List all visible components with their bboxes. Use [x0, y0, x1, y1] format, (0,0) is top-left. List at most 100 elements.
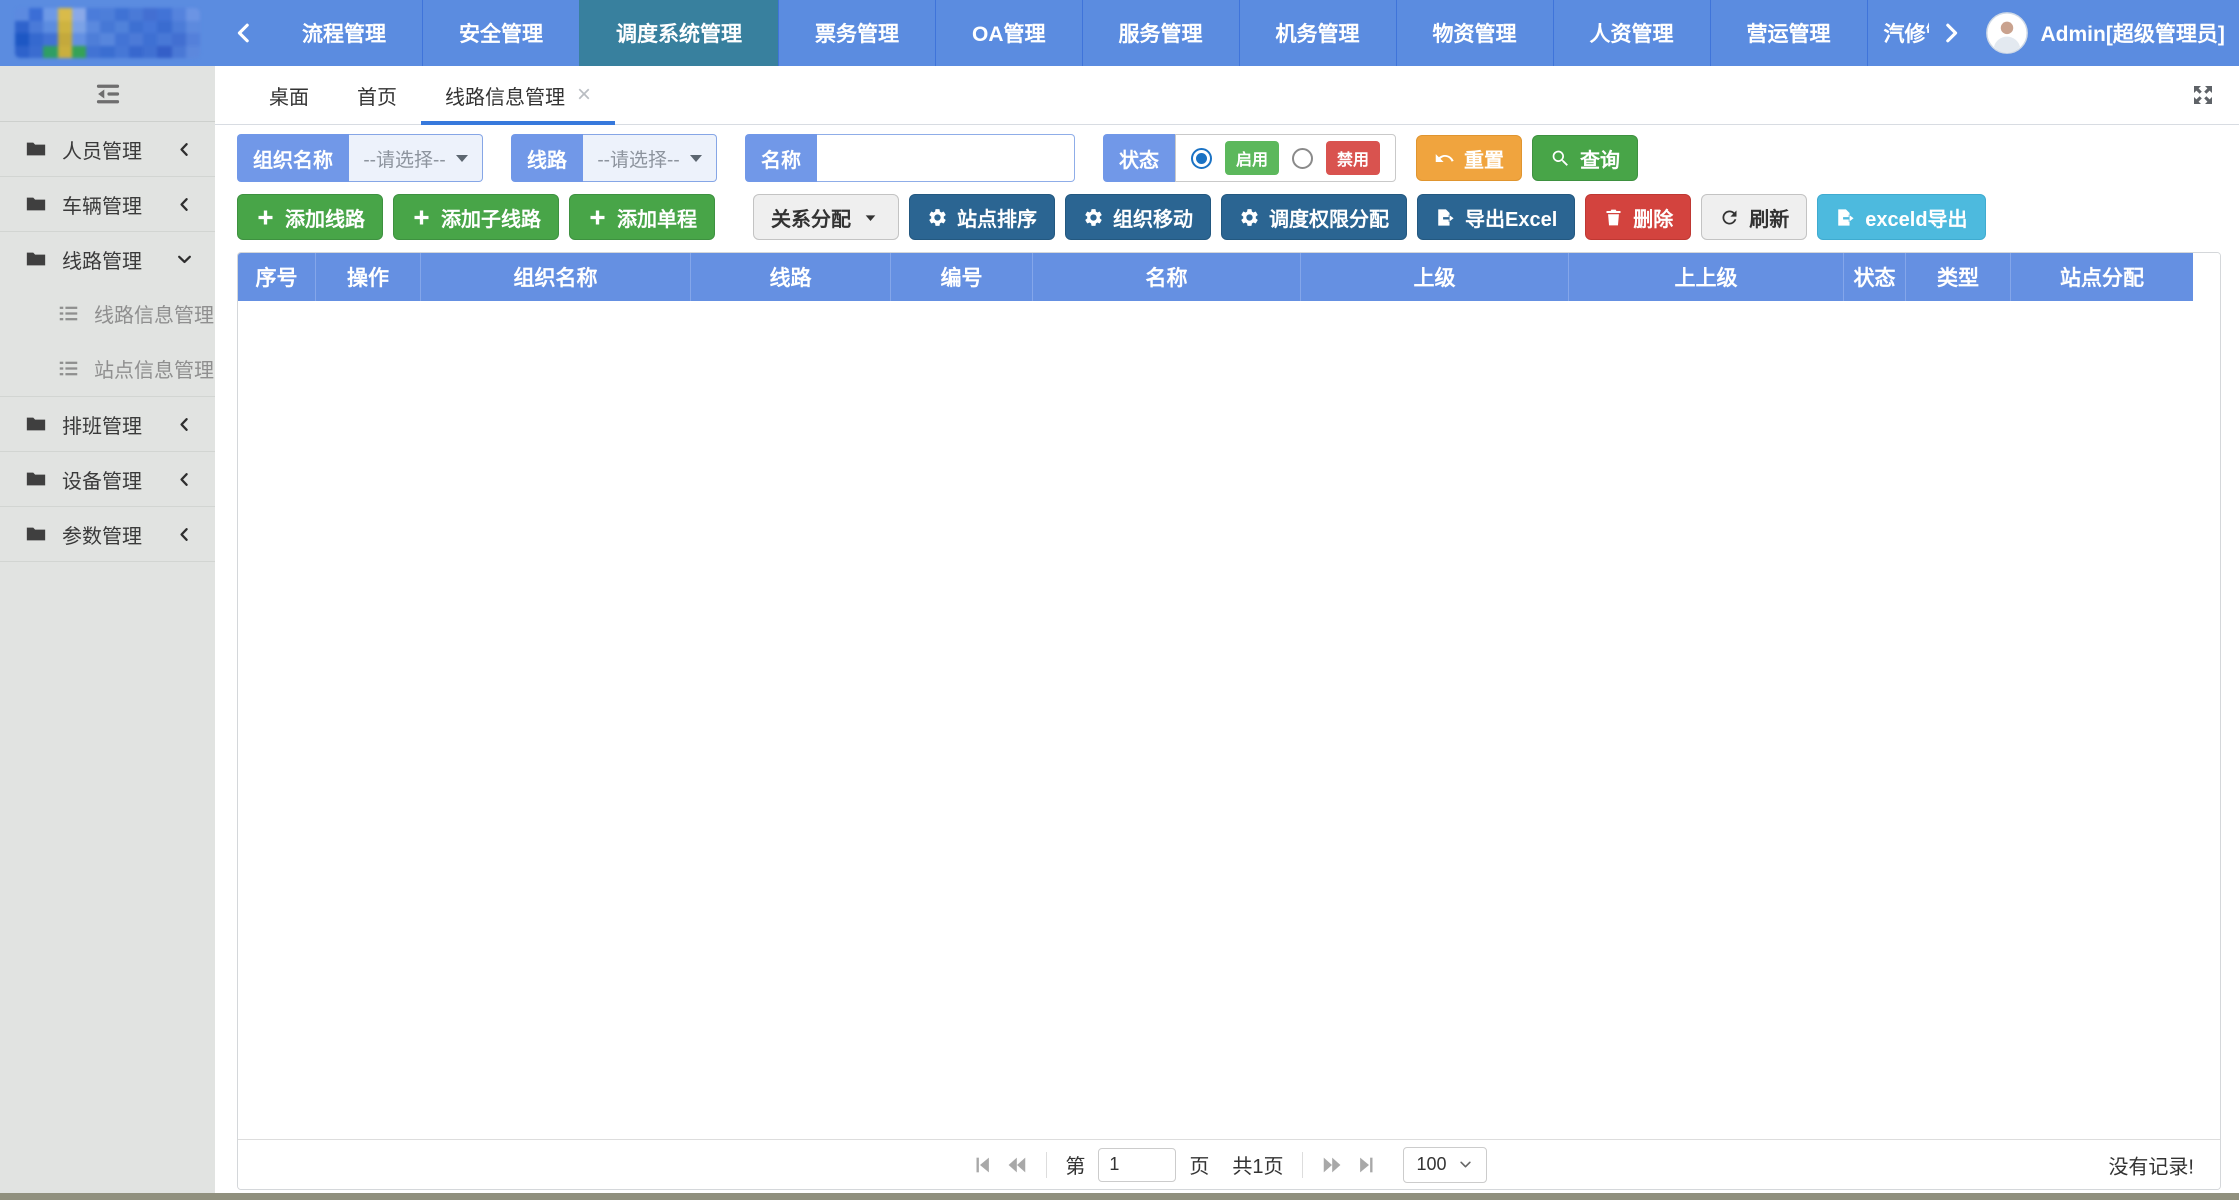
folder-icon — [25, 193, 47, 215]
chevron-left-icon — [176, 141, 193, 158]
page-number-input[interactable] — [1098, 1148, 1176, 1182]
main-area: 桌面首页线路信息管理× 组织名称 --请选择-- 线路 --请选 — [215, 66, 2239, 1193]
sidebar-item-2[interactable]: 车辆管理 — [0, 177, 215, 231]
page-prev-icon[interactable] — [1006, 1154, 1028, 1176]
sidebar-subitem-2[interactable]: 站点信息管理 — [0, 341, 215, 396]
plus-icon — [411, 207, 432, 228]
chevron-left-icon — [176, 471, 193, 488]
name-input[interactable] — [817, 134, 1075, 182]
table-body — [238, 301, 2220, 1139]
column-header-6: 名称 — [1033, 253, 1301, 301]
search-button[interactable]: 查询 — [1532, 135, 1638, 181]
nav-item-8[interactable]: 物资管理 — [1396, 0, 1553, 66]
navbar-right: Admin[超级管理员] — [1929, 0, 2239, 66]
page-total: 共1页 — [1232, 1150, 1283, 1179]
status-radio-enabled[interactable] — [1191, 148, 1212, 169]
tab-close-icon[interactable]: × — [577, 83, 591, 107]
user-avatar[interactable] — [1985, 11, 2029, 55]
folder-icon — [25, 468, 47, 490]
org-select[interactable]: --请选择-- — [349, 134, 483, 182]
toolbar-button-3[interactable]: 添加单程 — [569, 194, 715, 240]
caret-down-icon — [690, 155, 702, 162]
nav-item-7[interactable]: 机务管理 — [1239, 0, 1396, 66]
column-header-8: 上上级 — [1569, 253, 1844, 301]
sidebar-collapse-button[interactable] — [0, 66, 215, 122]
sidebar-subitem-label: 站点信息管理 — [94, 354, 214, 383]
toolbar-button-10[interactable]: 刷新 — [1701, 194, 1807, 240]
chevron-down-icon — [1458, 1157, 1473, 1172]
nav-item-1[interactable]: 流程管理 — [266, 0, 422, 66]
nav-item-label: 票务管理 — [815, 18, 899, 48]
fullscreen-icon[interactable] — [2191, 83, 2215, 107]
table-header: 序号操作组织名称线路编号名称上级上上级状态类型站点分配 — [238, 253, 2220, 301]
sidebar-item-4[interactable]: 排班管理 — [0, 397, 215, 451]
data-table: 序号操作组织名称线路编号名称上级上上级状态类型站点分配 第 页 — [237, 252, 2221, 1190]
toolbar-button-1[interactable]: 添加线路 — [237, 194, 383, 240]
window-bottom-edge — [0, 1193, 2239, 1200]
page-size-value: 100 — [1417, 1154, 1447, 1175]
chevron-down-icon — [176, 251, 193, 268]
user-name[interactable]: Admin[超级管理员] — [2041, 18, 2225, 48]
toolbar-button-label: exceld导出 — [1865, 203, 1967, 232]
trash-icon — [1603, 207, 1624, 228]
sidebar-item-3[interactable]: 线路管理 — [0, 232, 215, 286]
tab-3[interactable]: 线路信息管理× — [421, 66, 615, 124]
sidebar-item-5[interactable]: 设备管理 — [0, 452, 215, 506]
sidebar-item-label: 线路管理 — [62, 245, 176, 274]
nav-scroll-left-icon[interactable] — [222, 0, 266, 66]
toolbar-button-label: 站点排序 — [957, 203, 1037, 232]
nav-item-2[interactable]: 安全管理 — [422, 0, 579, 66]
sidebar-group: 线路管理线路信息管理站点信息管理 — [0, 232, 215, 397]
toolbar-button-label: 关系分配 — [771, 203, 851, 232]
top-navbar: 流程管理安全管理调度系统管理 票务管理 OA管理服务管理 机务管理 物资管理人资管理营运… — [0, 0, 2239, 66]
status-badge-enabled[interactable]: 启用 — [1225, 141, 1279, 175]
status-options: 启用 禁用 — [1175, 134, 1396, 182]
toolbar-button-11[interactable]: exceld导出 — [1817, 194, 1985, 240]
tab-1[interactable]: 桌面 — [245, 66, 333, 124]
status-badge-disabled[interactable]: 禁用 — [1326, 141, 1380, 175]
tab-2[interactable]: 首页 — [333, 66, 421, 124]
nav-item-3[interactable]: 调度系统管理 — [579, 0, 778, 66]
page-size-select[interactable]: 100 — [1403, 1147, 1487, 1183]
page-next-icon[interactable] — [1321, 1154, 1343, 1176]
toolbar-button-label: 刷新 — [1749, 203, 1789, 232]
toolbar-button-7[interactable]: 调度权限分配 — [1221, 194, 1407, 240]
reset-button[interactable]: 重置 — [1416, 135, 1522, 181]
sidebar-item-label: 排班管理 — [62, 410, 176, 439]
search-button-label: 查询 — [1580, 144, 1620, 173]
sidebar-group: 设备管理 — [0, 452, 215, 507]
nav-scroll-right-icon[interactable] — [1929, 18, 1973, 48]
nav-item-5[interactable]: OA管理 — [935, 0, 1082, 66]
org-select-value: --请选择-- — [363, 145, 445, 172]
sidebar-group: 车辆管理 — [0, 177, 215, 232]
toolbar-button-4[interactable]: 关系分配 — [753, 194, 899, 240]
status-radio-disabled[interactable] — [1292, 148, 1313, 169]
nav-item-11[interactable]: 汽修管理 — [1867, 0, 1929, 66]
toolbar-button-6[interactable]: 组织移动 — [1065, 194, 1211, 240]
toolbar-button-5[interactable]: 站点排序 — [909, 194, 1055, 240]
nav-item-10[interactable]: 营运管理 — [1710, 0, 1867, 66]
tab-label: 首页 — [357, 81, 397, 110]
toolbar-button-9[interactable]: 删除 — [1585, 194, 1691, 240]
nav-item-9[interactable]: 人资管理 — [1553, 0, 1710, 66]
nav-item-6[interactable]: 服务管理 — [1082, 0, 1239, 66]
sidebar-subitem-1[interactable]: 线路信息管理 — [0, 286, 215, 341]
page-last-icon[interactable] — [1356, 1154, 1378, 1176]
page-prefix: 第 — [1065, 1150, 1085, 1179]
nav-item-label: 机务管理 — [1276, 18, 1360, 48]
sidebar-item-1[interactable]: 人员管理 — [0, 122, 215, 176]
line-select[interactable]: --请选择-- — [583, 134, 717, 182]
toolbar-button-2[interactable]: 添加子线路 — [393, 194, 559, 240]
folder-icon — [25, 523, 47, 545]
search-icon — [1550, 148, 1571, 169]
sidebar-group: 人员管理 — [0, 122, 215, 177]
toolbar-button-8[interactable]: 导出Excel — [1417, 194, 1575, 240]
org-filter: 组织名称 --请选择-- — [237, 134, 483, 182]
sidebar-item-label: 设备管理 — [62, 465, 176, 494]
chevron-left-icon — [176, 526, 193, 543]
page-first-icon[interactable] — [971, 1154, 993, 1176]
file-export-icon — [1435, 207, 1456, 228]
nav-item-4[interactable]: 票务管理 — [778, 0, 935, 66]
column-header-5: 编号 — [891, 253, 1033, 301]
sidebar-item-6[interactable]: 参数管理 — [0, 507, 215, 561]
